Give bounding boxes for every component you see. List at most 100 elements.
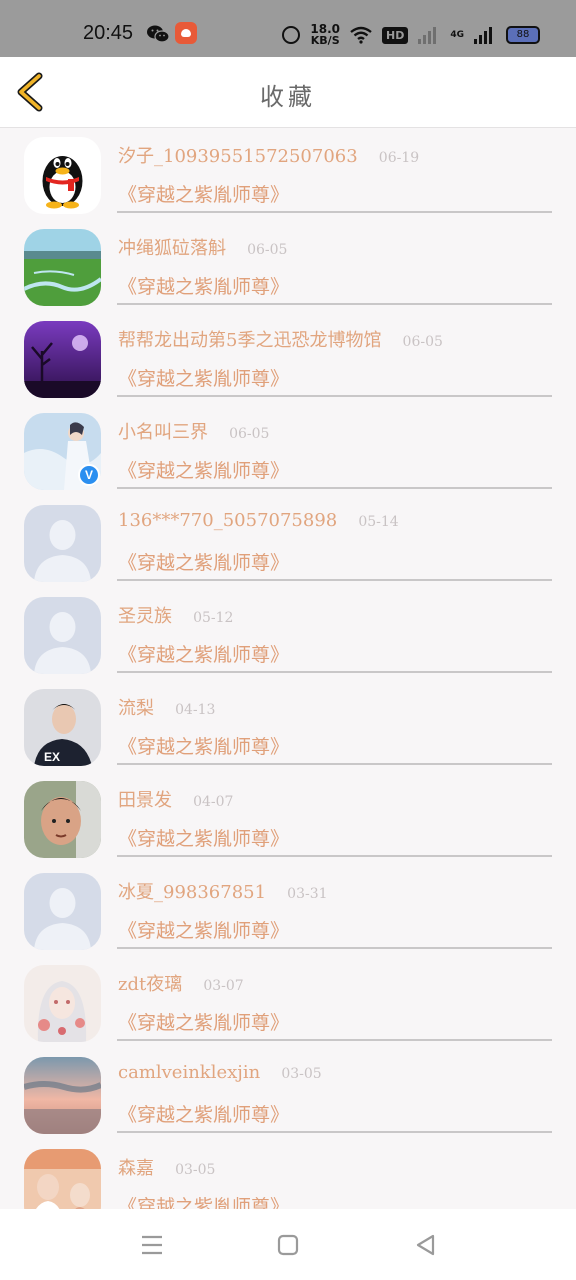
verified-badge-icon: V <box>78 464 100 486</box>
page-title: 收藏 <box>260 83 316 111</box>
anime-girl-image <box>24 965 101 1042</box>
user-name: 小名叫三界 <box>118 422 208 443</box>
book-title-link[interactable]: 《穿越之紫胤师尊》 <box>118 548 289 575</box>
menu-icon[interactable] <box>138 1231 166 1259</box>
divider <box>117 579 552 581</box>
avatar[interactable] <box>24 505 101 582</box>
list-item[interactable]: 冰夏_998367851 03-31 《穿越之紫胤师尊》 <box>0 864 576 956</box>
default-person-image <box>24 873 101 950</box>
home-icon[interactable] <box>274 1231 302 1259</box>
book-title-link[interactable]: 《穿越之紫胤师尊》 <box>118 732 289 759</box>
app-notification-icon <box>175 22 197 44</box>
list-item[interactable]: 136***770_5057075898 05-14 《穿越之紫胤师尊》 <box>0 496 576 588</box>
app-header: 收藏 <box>0 57 576 128</box>
favorite-date: 04-07 <box>193 794 234 810</box>
name-row: 圣灵族 05-12 <box>118 602 233 628</box>
name-row: 冲绳狐砬落斛 06-05 <box>118 234 287 260</box>
net-speed: 18.0 KB/S <box>310 22 340 47</box>
name-row: 小名叫三界 06-05 <box>118 418 269 444</box>
book-title-link[interactable]: 《穿越之紫胤师尊》 <box>118 456 289 483</box>
user-name: 帮帮龙出动第5季之迅恐龙博物馆 <box>118 330 382 351</box>
avatar[interactable] <box>24 597 101 674</box>
user-name: 136***770_5057075898 <box>118 510 338 531</box>
avatar[interactable] <box>24 1057 101 1134</box>
favorite-date: 03-31 <box>287 886 328 902</box>
divider <box>117 211 552 213</box>
favorite-date: 04-13 <box>175 702 216 718</box>
avatar[interactable] <box>24 965 101 1042</box>
avatar[interactable] <box>24 1149 101 1209</box>
favorite-date: 06-05 <box>402 334 443 350</box>
divider <box>117 395 552 397</box>
book-title-link[interactable]: 《穿越之紫胤师尊》 <box>118 640 289 667</box>
favorites-list: 汐子_10939551572507063 06-19 《穿越之紫胤师尊》 冲绳狐… <box>0 128 576 1209</box>
list-item[interactable]: 小名叫三界 06-05 《穿越之紫胤师尊》 V <box>0 404 576 496</box>
user-name: zdt夜璃 <box>118 974 183 995</box>
default-person-image <box>24 505 101 582</box>
wifi-icon <box>350 26 372 44</box>
user-name: 冰夏_998367851 <box>118 882 267 903</box>
list-item[interactable]: 帮帮龙出动第5季之迅恐龙博物馆 06-05 《穿越之紫胤师尊》 <box>0 312 576 404</box>
avatar[interactable] <box>24 229 101 306</box>
book-title-link[interactable]: 《穿越之紫胤师尊》 <box>118 364 289 391</box>
favorite-date: 05-14 <box>358 514 399 530</box>
list-item[interactable]: 田景发 04-07 《穿越之紫胤师尊》 <box>0 772 576 864</box>
list-item[interactable]: 森嘉 03-05 《穿越之紫胤师尊》 <box>0 1140 576 1209</box>
divider <box>117 763 552 765</box>
user-name: camlveinklexjin <box>118 1062 261 1083</box>
signal-icon <box>474 26 496 44</box>
user-name: 汐子_10939551572507063 <box>118 146 358 167</box>
divider <box>117 1131 552 1133</box>
user-name: 田景发 <box>118 790 172 811</box>
status-bar: 20:45 18.0 KB/S HD 4G 88 <box>0 0 576 57</box>
sunset-sea-image <box>24 1057 101 1134</box>
book-title-link[interactable]: 《穿越之紫胤师尊》 <box>118 1192 289 1209</box>
list-item[interactable]: 汐子_10939551572507063 06-19 《穿越之紫胤师尊》 <box>0 128 576 220</box>
list-item[interactable]: EX 流梨 04-13 《穿越之紫胤师尊》 <box>0 680 576 772</box>
name-row: camlveinklexjin 03-05 <box>118 1062 322 1083</box>
status-indicators: 18.0 KB/S HD 4G 88 <box>282 22 540 48</box>
favorite-date: 03-05 <box>175 1162 216 1178</box>
young-man-image: EX <box>24 689 101 766</box>
divider <box>117 303 552 305</box>
avatar[interactable] <box>24 873 101 950</box>
divider <box>117 487 552 489</box>
default-person-image <box>24 597 101 674</box>
divider <box>117 947 552 949</box>
book-title-link[interactable]: 《穿越之紫胤师尊》 <box>118 272 289 299</box>
book-title-link[interactable]: 《穿越之紫胤师尊》 <box>118 1100 289 1127</box>
list-item[interactable]: 冲绳狐砬落斛 06-05 《穿越之紫胤师尊》 <box>0 220 576 312</box>
name-row: 冰夏_998367851 03-31 <box>118 878 328 904</box>
landscape-green-image <box>24 229 101 306</box>
book-title-link[interactable]: 《穿越之紫胤师尊》 <box>118 180 289 207</box>
status-time: 20:45 <box>83 22 134 44</box>
avatar[interactable] <box>24 321 101 398</box>
user-name: 流梨 <box>118 698 154 719</box>
name-row: 136***770_5057075898 05-14 <box>118 510 399 531</box>
list-item[interactable]: zdt夜璃 03-07 《穿越之紫胤师尊》 <box>0 956 576 1048</box>
book-title-link[interactable]: 《穿越之紫胤师尊》 <box>118 1008 289 1035</box>
battery-icon: 88 <box>506 26 540 44</box>
name-row: 流梨 04-13 <box>118 694 215 720</box>
user-name: 森嘉 <box>118 1158 154 1179</box>
divider <box>117 671 552 673</box>
book-title-link[interactable]: 《穿越之紫胤师尊》 <box>118 916 289 943</box>
book-title-link[interactable]: 《穿越之紫胤师尊》 <box>118 824 289 851</box>
wechat-icon <box>147 25 170 43</box>
user-name: 冲绳狐砬落斛 <box>118 238 226 259</box>
avatar[interactable] <box>24 137 101 214</box>
purple-night-image <box>24 321 101 398</box>
signal-icon <box>418 26 440 44</box>
favorite-date: 06-19 <box>378 150 420 166</box>
back-triangle-icon[interactable] <box>412 1231 440 1259</box>
name-row: 田景发 04-07 <box>118 786 233 812</box>
qq-penguin-image <box>24 137 101 214</box>
user-name: 圣灵族 <box>118 606 172 627</box>
avatar[interactable] <box>24 781 101 858</box>
list-item[interactable]: camlveinklexjin 03-05 《穿越之紫胤师尊》 <box>0 1048 576 1140</box>
favorite-date: 06-05 <box>247 242 288 258</box>
list-item[interactable]: 圣灵族 05-12 《穿越之紫胤师尊》 <box>0 588 576 680</box>
avatar[interactable]: EX <box>24 689 101 766</box>
selfie-face-image <box>24 781 101 858</box>
divider <box>117 855 552 857</box>
